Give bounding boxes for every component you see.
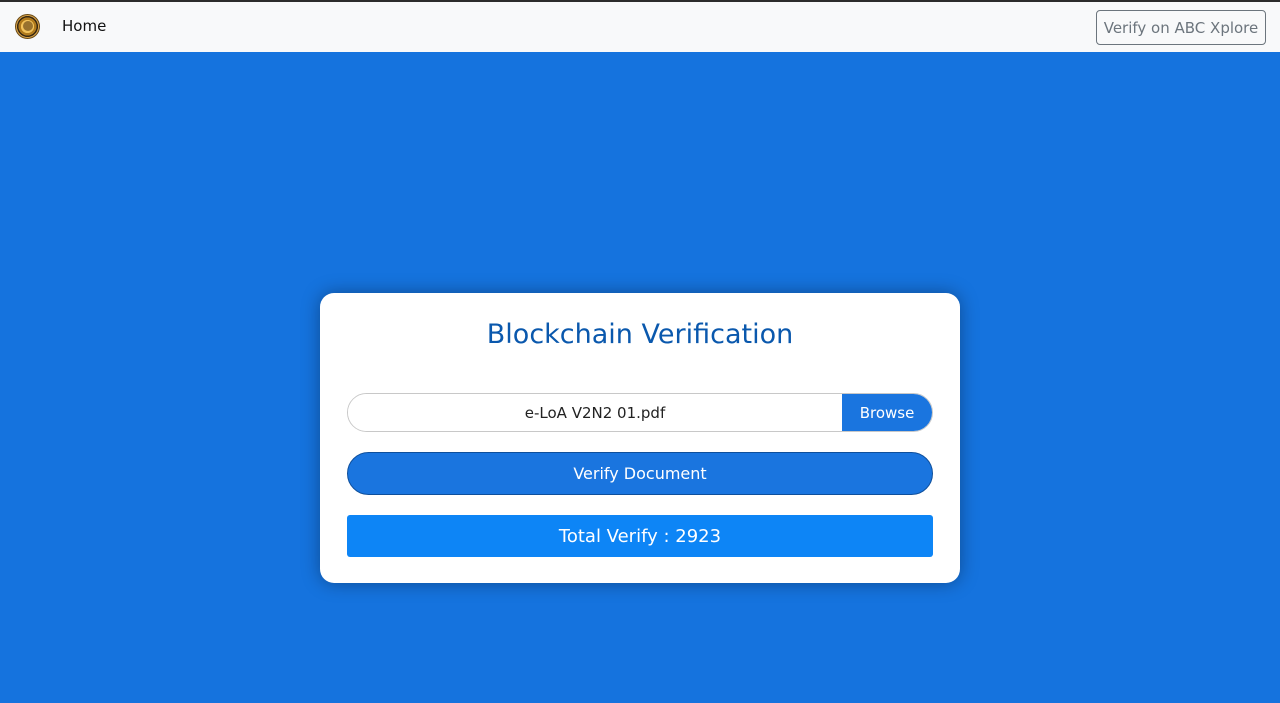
verify-document-button[interactable]: Verify Document — [347, 452, 933, 495]
nav-home-link[interactable]: Home — [62, 17, 106, 35]
file-input-group: e-LoA V2N2 01.pdf Browse — [347, 393, 933, 432]
file-name-field[interactable]: e-LoA V2N2 01.pdf — [348, 394, 842, 431]
card-title: Blockchain Verification — [486, 319, 794, 350]
top-navbar: Home Verify on ABC Xplore — [0, 0, 1280, 52]
verify-on-xplore-button[interactable]: Verify on ABC Xplore — [1096, 10, 1266, 45]
browse-button[interactable]: Browse — [842, 394, 932, 431]
verification-card: Blockchain Verification e-LoA V2N2 01.pd… — [320, 293, 960, 583]
total-verify-counter: Total Verify : 2923 — [347, 515, 933, 557]
logo-icon[interactable] — [15, 14, 40, 39]
logo-center — [23, 21, 33, 31]
